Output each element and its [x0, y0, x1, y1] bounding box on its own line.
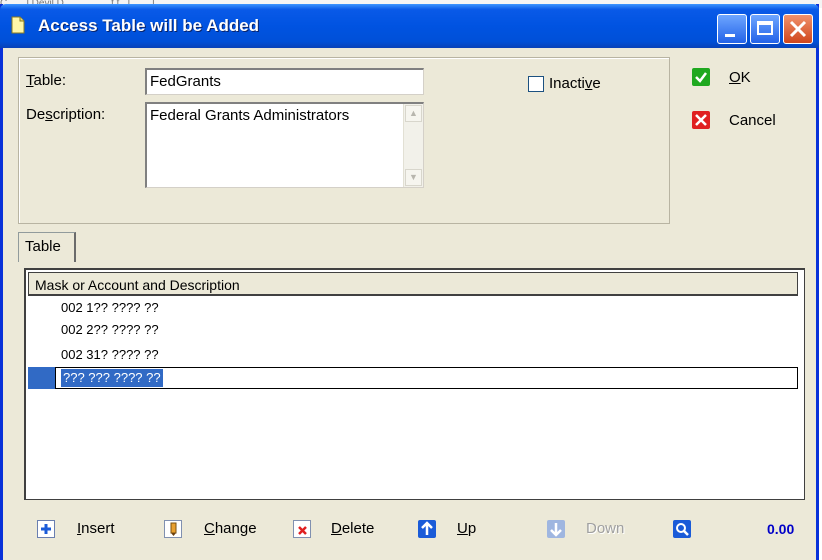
window-title: Access Table will be Added	[38, 16, 260, 35]
mask-grid[interactable]: Mask or Account and Description 002 1?? …	[24, 268, 805, 500]
tab-label: Table	[25, 238, 61, 255]
search-icon[interactable]	[673, 520, 691, 538]
tab-table[interactable]: Table	[18, 232, 76, 262]
description-text: Federal Grants Administrators	[150, 107, 350, 124]
insert-button[interactable]: Insert	[77, 520, 115, 537]
ok-button[interactable]: OK	[729, 69, 751, 86]
close-icon	[789, 20, 807, 38]
description-textarea[interactable]: Federal Grants Administrators ▲ ▼	[145, 102, 424, 188]
down-button-disabled[interactable]: Down	[586, 520, 624, 537]
inactive-label[interactable]: Inactive	[549, 75, 601, 92]
delete-icon[interactable]	[293, 520, 311, 538]
change-pencil-icon[interactable]	[164, 520, 182, 538]
table-row[interactable]: 002 1?? ???? ??	[26, 297, 803, 319]
table-row[interactable]: 002 31? ???? ??	[26, 344, 803, 366]
column-header[interactable]: Mask or Account and Description	[28, 272, 798, 296]
title-bar[interactable]: Access Table will be Added	[0, 4, 819, 48]
change-button[interactable]: Change	[204, 520, 257, 537]
description-scrollbar[interactable]: ▲ ▼	[403, 104, 423, 187]
scroll-down-icon[interactable]: ▼	[405, 169, 422, 186]
cancel-x-icon[interactable]	[692, 111, 710, 129]
up-button[interactable]: Up	[457, 520, 476, 537]
scroll-up-icon[interactable]: ▲	[405, 105, 422, 122]
down-arrow-icon[interactable]	[547, 520, 565, 538]
table-label: Table:	[26, 72, 67, 89]
document-icon	[11, 16, 25, 34]
insert-icon[interactable]	[37, 520, 55, 538]
delete-button[interactable]: Delete	[331, 520, 374, 537]
total-value: 0.00	[767, 521, 795, 537]
cancel-button[interactable]: Cancel	[729, 112, 776, 129]
close-button[interactable]	[783, 14, 813, 44]
up-arrow-icon[interactable]	[418, 520, 436, 538]
check-icon[interactable]	[692, 68, 710, 86]
table-row[interactable]: 002 2?? ???? ??	[26, 319, 803, 341]
table-row-selected[interactable]: ??? ??? ???? ??	[26, 367, 803, 389]
row-selector[interactable]	[28, 367, 55, 389]
maximize-button[interactable]	[750, 14, 780, 44]
inactive-checkbox[interactable]	[528, 76, 544, 92]
description-label: Description:	[26, 106, 106, 123]
minimize-button[interactable]	[717, 14, 747, 44]
table-name-input[interactable]: FedGrants	[145, 68, 424, 95]
